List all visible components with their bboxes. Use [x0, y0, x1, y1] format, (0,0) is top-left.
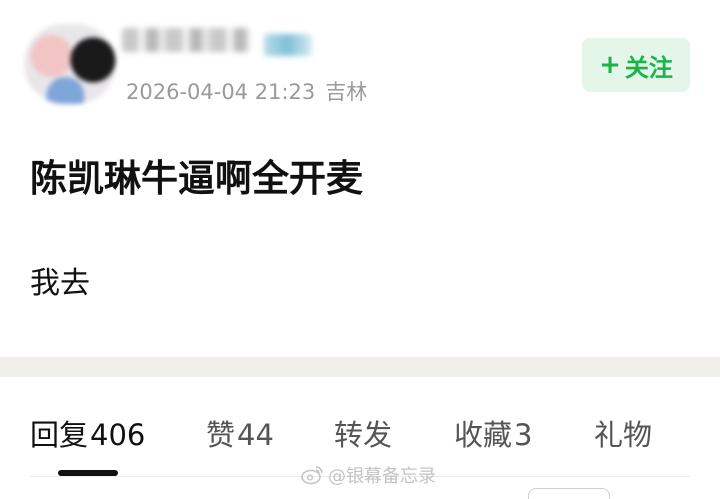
post-location: 吉林	[325, 80, 368, 104]
post-title: 陈凯琳牛逼啊全开麦	[30, 157, 363, 200]
post-meta: 2026-04-04 21:23 吉林	[126, 76, 367, 106]
tab-reply[interactable]: 回复406	[30, 412, 145, 454]
tab-favorite-label: 收藏	[454, 418, 513, 452]
tab-repost-label: 转发	[334, 418, 393, 452]
tab-like-label: 赞	[206, 418, 236, 452]
post-tabs: 回复406 赞44 转发 收藏3 礼物	[0, 412, 720, 456]
bottom-button-edge[interactable]	[528, 488, 610, 499]
tab-like-count: 44	[237, 418, 274, 452]
avatar[interactable]	[24, 24, 116, 104]
tab-favorite-count: 3	[514, 418, 533, 452]
watermark: @银幕备忘录	[300, 462, 436, 488]
plus-icon: +	[599, 50, 621, 80]
post-timestamp: 2026-04-04 21:23	[126, 80, 316, 104]
tab-reply-count: 406	[90, 418, 146, 452]
follow-button[interactable]: + 关注	[582, 38, 690, 92]
tab-gift-label: 礼物	[594, 418, 653, 452]
tab-gift[interactable]: 礼物	[594, 412, 652, 454]
follow-label: 关注	[624, 53, 673, 82]
watermark-text: @银幕备忘录	[328, 466, 436, 487]
post-body: 我去	[30, 266, 90, 301]
username-blurred[interactable]	[122, 28, 250, 52]
tab-repost[interactable]: 转发	[334, 412, 392, 454]
tab-like[interactable]: 赞44	[206, 412, 274, 454]
section-divider	[0, 357, 720, 377]
tab-favorite[interactable]: 收藏3	[454, 412, 532, 454]
user-badge-blurred	[264, 34, 312, 56]
tab-reply-label: 回复	[30, 418, 89, 452]
weibo-icon	[300, 465, 324, 485]
